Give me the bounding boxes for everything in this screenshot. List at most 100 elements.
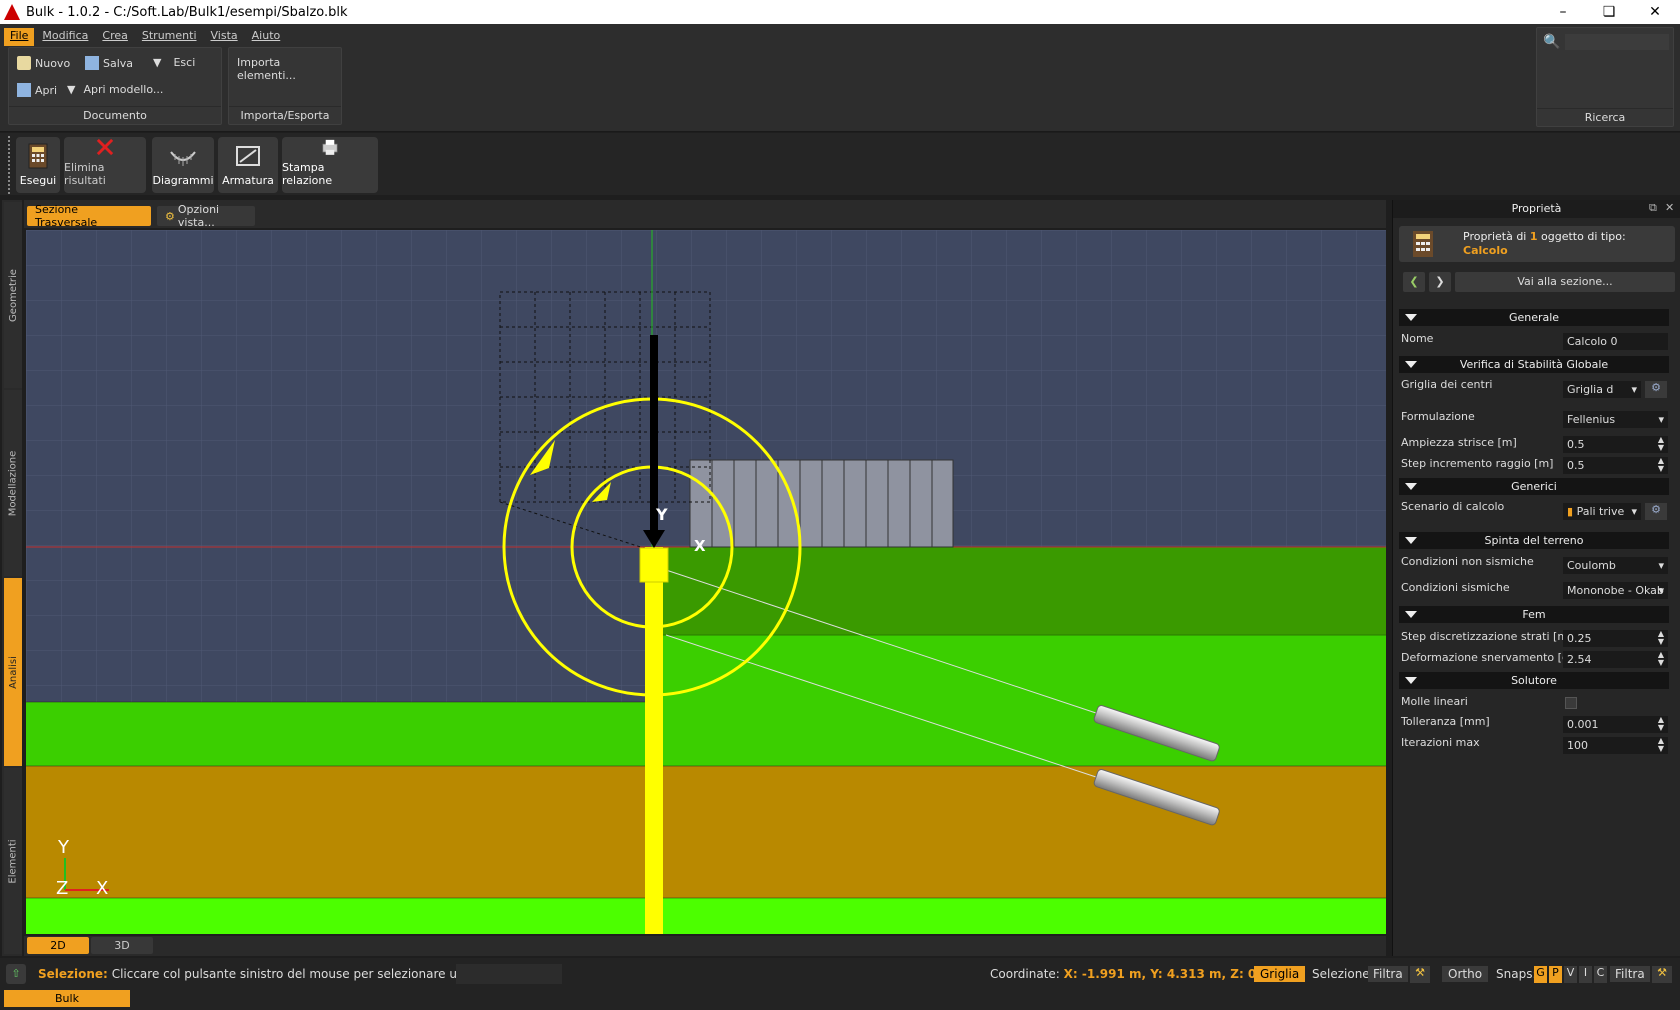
- armatura-button[interactable]: Armatura: [218, 137, 278, 193]
- spin-arrows-icon[interactable]: ▲ ▼: [1658, 716, 1664, 732]
- opzioni-vista-button[interactable]: ⚙ Opzioni vista...: [157, 203, 255, 229]
- spin-arrows-icon[interactable]: ▲ ▼: [1658, 630, 1664, 646]
- non-sismiche-select[interactable]: Coulomb ▾: [1563, 557, 1668, 574]
- tab-sezione-trasversale[interactable]: Sezione Trasversale: [27, 203, 151, 229]
- menu-modifica[interactable]: Modifica: [36, 28, 94, 46]
- stampa-relazione-button[interactable]: Stampa relazione: [282, 137, 378, 193]
- summary-count: 1: [1529, 230, 1538, 243]
- griglia-edit-icon[interactable]: ⚙: [1645, 381, 1667, 398]
- section-generale[interactable]: Generale: [1399, 309, 1669, 326]
- section-verifica-stabilita[interactable]: Verifica di Stabilità Globale: [1399, 356, 1669, 373]
- apri-modello-button[interactable]: ▼ Apri modello...: [67, 83, 163, 96]
- forward-arrow-icon[interactable]: ❯: [1429, 272, 1451, 292]
- command-input[interactable]: [456, 964, 562, 984]
- filtra-button[interactable]: Filtra: [1368, 966, 1408, 982]
- printer-icon: [322, 139, 338, 155]
- iterazioni-spinbox[interactable]: 100 ▲ ▼: [1563, 737, 1668, 754]
- importa-elementi-button[interactable]: Importa elementi...: [237, 56, 341, 82]
- toolbar-grip[interactable]: [8, 136, 12, 194]
- griglia-toggle[interactable]: Griglia: [1254, 966, 1306, 982]
- menu-crea[interactable]: Crea: [96, 28, 133, 46]
- snap-g-toggle[interactable]: G: [1534, 966, 1547, 983]
- corner-x-label: X: [96, 878, 108, 899]
- ribbon-group-documento: Nuovo Salva ▼ Esci Apri ▼ Apri modello... …: [8, 47, 222, 125]
- wall-head: [639, 547, 669, 583]
- menu-aiuto[interactable]: Aiuto: [246, 28, 287, 46]
- spin-arrows-icon[interactable]: ▲ ▼: [1658, 457, 1664, 473]
- tab-3d[interactable]: 3D: [91, 937, 153, 954]
- molle-checkbox[interactable]: [1565, 697, 1577, 709]
- viewport-2d[interactable]: Y X Y Z X: [26, 230, 1386, 934]
- vai-alla-sezione-button[interactable]: Vai alla sezione...: [1455, 272, 1675, 292]
- tolleranza-label: Tolleranza [mm]: [1401, 715, 1490, 728]
- snap-i-toggle[interactable]: I: [1579, 966, 1592, 983]
- scenario-select[interactable]: ▮ Pali trive ▾: [1563, 503, 1641, 520]
- app-tab-bulk[interactable]: Bulk: [4, 990, 130, 1007]
- snap-c-toggle[interactable]: C: [1594, 966, 1607, 983]
- iterazioni-value: 100: [1567, 739, 1588, 752]
- apri-button[interactable]: Apri: [17, 83, 57, 97]
- chevron-down-icon: ▼: [67, 83, 76, 96]
- step-strati-spinbox[interactable]: 0.25 ▲ ▼: [1563, 630, 1668, 647]
- griglia-select[interactable]: Griglia d ▾: [1563, 381, 1641, 398]
- sidetab-modellazione[interactable]: Modellazione: [4, 390, 22, 576]
- float-panel-icon[interactable]: ⧉: [1649, 201, 1657, 215]
- formulazione-select[interactable]: Fellenius ▾: [1563, 411, 1668, 428]
- spin-arrows-icon[interactable]: ▲ ▼: [1658, 737, 1664, 753]
- collapse-triangle-icon: [1405, 611, 1417, 618]
- menu-vista[interactable]: Vista: [205, 28, 244, 46]
- search-input[interactable]: [1565, 34, 1669, 50]
- close-button[interactable]: ✕: [1632, 0, 1678, 24]
- step-raggio-spinbox[interactable]: 0.5 ▲ ▼: [1563, 457, 1668, 474]
- elimina-risultati-button[interactable]: Elimina risultati: [64, 137, 146, 193]
- minimize-button[interactable]: –: [1540, 0, 1586, 24]
- griglia-label: Griglia dei centri: [1401, 378, 1493, 391]
- snap-p-toggle[interactable]: P: [1549, 966, 1562, 983]
- diagrammi-button[interactable]: Diagrammi: [152, 137, 214, 193]
- tab-2d[interactable]: 2D: [27, 937, 89, 954]
- back-arrow-icon[interactable]: ❮: [1403, 272, 1425, 292]
- soil-layer-bottom: [26, 898, 1386, 934]
- esegui-label: Esegui: [19, 174, 57, 187]
- selezione-label: Selezione:: [1312, 967, 1374, 981]
- menu-file[interactable]: File: [4, 28, 35, 46]
- spin-arrows-icon[interactable]: ▲ ▼: [1658, 651, 1664, 667]
- tolleranza-spinbox[interactable]: 0.001 ▲ ▼: [1563, 716, 1668, 733]
- scenario-edit-icon[interactable]: ⚙: [1645, 503, 1667, 520]
- menu-strumenti[interactable]: Strumenti: [136, 28, 203, 46]
- step-strati-value: 0.25: [1567, 632, 1592, 645]
- selection-mode-icon[interactable]: ⇧: [6, 964, 26, 984]
- ampiezza-spinbox[interactable]: 0.5 ▲ ▼: [1563, 436, 1668, 453]
- nome-field[interactable]: Calcolo 0: [1563, 333, 1668, 350]
- salva-button[interactable]: Salva: [85, 56, 133, 70]
- step-raggio-value: 0.5: [1567, 459, 1585, 472]
- wrench-icon[interactable]: ⚒: [1410, 966, 1430, 983]
- section-solutore[interactable]: Solutore: [1399, 672, 1669, 689]
- documento-group-title: Documento: [9, 106, 221, 124]
- non-sismiche-label: Condizioni non sismiche: [1401, 555, 1534, 568]
- nuovo-button[interactable]: Nuovo: [17, 56, 70, 70]
- collapse-triangle-icon: [1405, 314, 1417, 321]
- deformazione-spinbox[interactable]: 2.54 ▲ ▼: [1563, 651, 1668, 668]
- ortho-toggle[interactable]: Ortho: [1442, 966, 1489, 982]
- close-panel-icon[interactable]: ✕: [1665, 201, 1674, 214]
- sidetab-analisi[interactable]: Analisi: [4, 578, 22, 766]
- section-fem[interactable]: Fem: [1399, 606, 1669, 623]
- maximize-button[interactable]: ❏: [1586, 0, 1632, 24]
- sidetab-elementi[interactable]: Elementi: [4, 768, 22, 954]
- diagram-icon: [170, 151, 196, 166]
- section-generici[interactable]: Generici: [1399, 478, 1669, 495]
- spin-arrows-icon[interactable]: ▲ ▼: [1658, 436, 1664, 452]
- sidetab-geometrie[interactable]: Geometrie: [4, 202, 22, 388]
- app-logo-icon: [4, 4, 20, 20]
- sismiche-select[interactable]: Mononobe - Okab ▾: [1563, 582, 1668, 599]
- apri-label: Apri: [35, 83, 58, 97]
- collapse-triangle-icon: [1405, 361, 1417, 368]
- esci-button[interactable]: ▼ Esci: [153, 56, 195, 69]
- wrench-icon[interactable]: ⚒: [1652, 966, 1672, 983]
- section-spinta[interactable]: Spinta del terreno: [1399, 532, 1669, 549]
- snap-filtra-button[interactable]: Filtra: [1610, 966, 1650, 982]
- esegui-button[interactable]: Esegui: [16, 137, 60, 193]
- ampiezza-label: Ampiezza strisce [m]: [1401, 436, 1517, 449]
- snap-v-toggle[interactable]: V: [1564, 966, 1577, 983]
